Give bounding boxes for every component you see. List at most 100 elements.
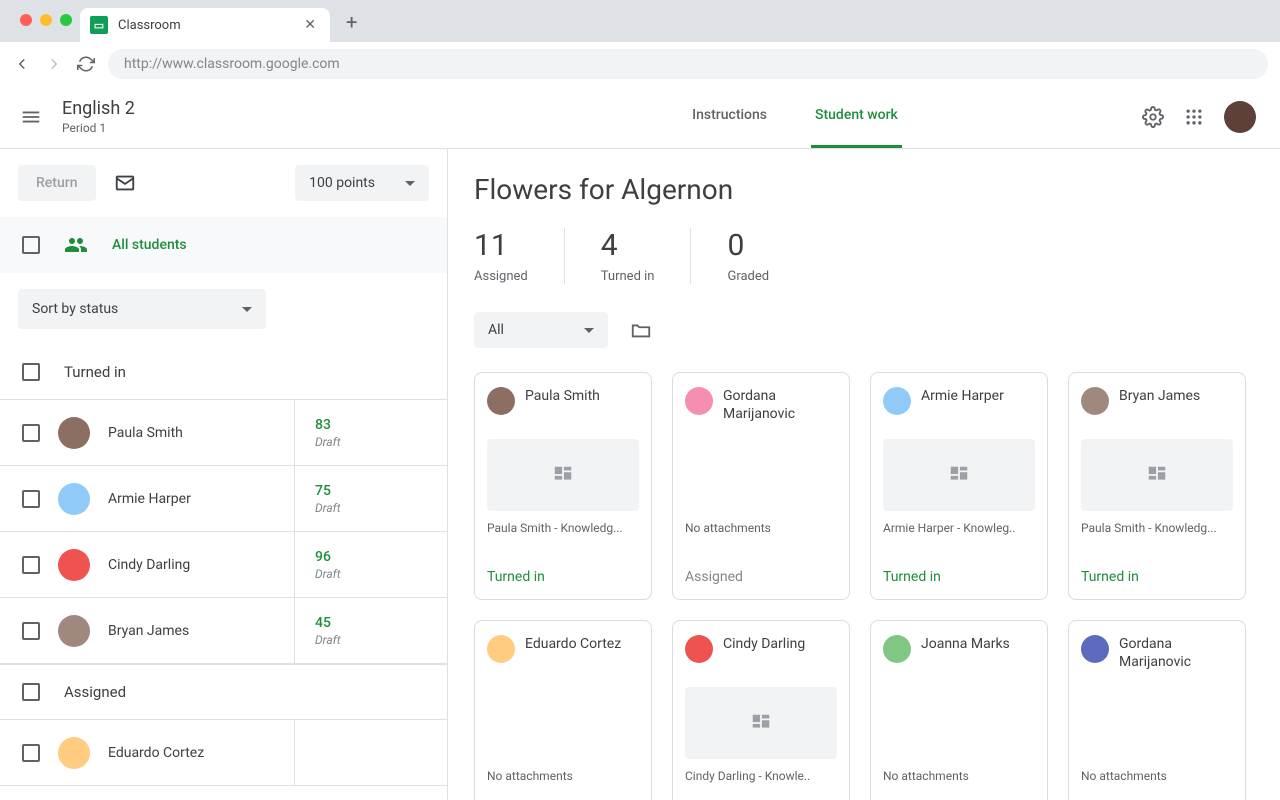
stat-turned-in: 4 Turned in [601,228,692,284]
student-card[interactable]: Joanna Marks No attachments [870,620,1048,800]
tab-student-work[interactable]: Student work [811,85,902,148]
student-card[interactable]: Gordana Marijanovic No attachments [1068,620,1246,800]
gear-icon[interactable] [1142,106,1164,128]
student-row[interactable]: Paula Smith 83 Draft [0,400,447,466]
student-row[interactable]: Bryan James 45 Draft [0,598,447,664]
student-card[interactable]: Paula Smith Paula Smith - Knowledg... Tu… [474,372,652,600]
close-tab-icon[interactable]: ✕ [304,17,316,33]
attachment-label: Cindy Darling - Knowle.. [685,769,837,783]
card-name: Bryan James [1119,387,1200,405]
student-name: Cindy Darling [108,557,190,573]
student-avatar [58,549,90,581]
minimize-window-icon[interactable] [40,14,52,26]
checkbox[interactable] [22,683,40,701]
filter-dropdown[interactable]: All [474,312,608,348]
student-row[interactable]: Armie Harper 75 Draft [0,466,447,532]
app-header: English 2 Period 1 Instructions Student … [0,85,1280,149]
points-dropdown[interactable]: 100 points [295,165,429,201]
student-avatar [883,635,911,663]
checkbox[interactable] [22,363,40,381]
checkbox[interactable] [22,236,40,254]
attachment-thumb [1081,439,1233,511]
folder-icon[interactable] [630,319,652,341]
all-students-row[interactable]: All students [0,217,447,273]
section-label: Turned in [64,363,126,381]
attachment-thumb [1081,687,1233,759]
back-icon[interactable] [12,55,32,73]
student-row[interactable]: Eduardo Cortez [0,720,447,786]
student-name: Armie Harper [108,491,191,507]
maximize-window-icon[interactable] [60,14,72,26]
student-avatar [1081,387,1109,415]
card-name: Paula Smith [525,387,600,405]
new-tab-icon[interactable]: + [346,10,357,42]
student-card[interactable]: Cindy Darling Cindy Darling - Knowle.. [672,620,850,800]
mail-icon[interactable] [114,172,136,194]
url-input[interactable]: http://www.classroom.google.com [108,49,1268,79]
student-card[interactable]: Gordana Marijanovic No attachments Assig… [672,372,850,600]
apps-icon[interactable] [1184,107,1204,127]
student-avatar [58,483,90,515]
close-window-icon[interactable] [20,14,32,26]
student-name: Bryan James [108,623,189,639]
people-icon [64,233,88,257]
checkbox[interactable] [22,622,40,640]
forward-icon[interactable] [44,55,64,73]
student-card[interactable]: Armie Harper Armie Harper - Knowleg.. Tu… [870,372,1048,600]
stat-label: Assigned [474,269,528,284]
attachment-thumb [487,439,639,511]
class-title[interactable]: English 2 [62,98,135,119]
browser-tab[interactable]: ▭ Classroom ✕ [80,8,330,42]
student-name: Eduardo Cortez [108,745,204,761]
checkbox[interactable] [22,424,40,442]
return-button[interactable]: Return [18,165,96,201]
chevron-down-icon [242,307,252,312]
student-row[interactable]: Cindy Darling 96 Draft [0,532,447,598]
class-subtitle: Period 1 [62,121,135,135]
doc-icon [750,712,772,734]
checkbox[interactable] [22,556,40,574]
classroom-favicon-icon: ▭ [90,16,108,34]
student-avatar [58,737,90,769]
tab-instructions[interactable]: Instructions [688,85,771,148]
reload-icon[interactable] [76,55,96,73]
card-name: Gordana Marijanovic [1119,635,1233,671]
stat-assigned: 11 Assigned [474,228,565,284]
checkbox[interactable] [22,744,40,762]
attachment-label: Armie Harper - Knowleg.. [883,521,1035,535]
all-students-label: All students [112,237,187,253]
student-card[interactable]: Bryan James Paula Smith - Knowledg... Tu… [1068,372,1246,600]
url-text: http://www.classroom.google.com [124,56,340,72]
attachment-label: Paula Smith - Knowledg... [1081,521,1233,535]
attachment-label: No attachments [487,769,639,783]
stat-label: Graded [727,269,769,284]
student-avatar [487,387,515,415]
card-status: Turned in [1081,569,1233,585]
card-name: Gordana Marijanovic [723,387,837,423]
attachment-label: No attachments [1081,769,1233,783]
student-card[interactable]: Eduardo Cortez No attachments [474,620,652,800]
sort-dropdown[interactable]: Sort by status [18,289,266,329]
attachment-thumb [883,687,1035,759]
browser-chrome: ▭ Classroom ✕ + http://www.classroom.goo… [0,0,1280,85]
chevron-down-icon [584,328,594,333]
grade-status: Draft [315,501,447,515]
section-turned-in: Turned in [0,345,447,400]
grade-status: Draft [315,435,447,449]
card-name: Joanna Marks [921,635,1010,653]
student-avatar [58,417,90,449]
card-name: Eduardo Cortez [525,635,621,653]
chevron-down-icon [405,181,415,186]
attachment-label: Paula Smith - Knowledg... [487,521,639,535]
avatar[interactable] [1224,101,1256,133]
assignment-title: Flowers for Algernon [474,173,1254,206]
stat-number: 4 [601,228,655,263]
filter-label: All [488,322,504,338]
section-label: Assigned [64,683,126,701]
menu-icon[interactable] [20,106,42,128]
attachment-thumb [487,687,639,759]
student-avatar [58,615,90,647]
checkbox[interactable] [22,490,40,508]
doc-icon [1146,464,1168,486]
student-avatar [883,387,911,415]
